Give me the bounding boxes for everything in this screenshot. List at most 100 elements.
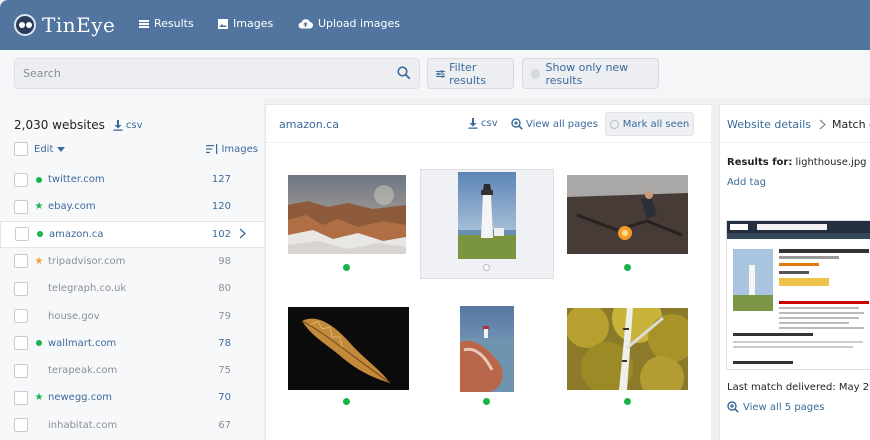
matches-csv-label: csv [481, 118, 498, 129]
website-image-count: 67 [218, 419, 231, 431]
status-dot-icon [34, 176, 44, 183]
select-all-checkbox[interactable] [14, 142, 28, 156]
row-checkbox[interactable] [14, 199, 28, 214]
thumbnail-lighthouse[interactable] [458, 172, 516, 259]
website-details-link[interactable]: Website details [727, 118, 811, 131]
nav-results-label: Results [154, 17, 194, 30]
matches-csv-link[interactable]: csv [468, 118, 498, 129]
search-box [14, 58, 420, 89]
tineye-logo[interactable]: TinEye [14, 10, 115, 40]
unseen-indicator [343, 398, 350, 405]
unseen-indicator [483, 398, 490, 405]
green-dot-icon [36, 340, 42, 347]
show-new-toggle[interactable]: Show only new results [522, 58, 659, 89]
search-input[interactable] [15, 59, 385, 88]
website-row[interactable]: terapeak.com 75 [0, 357, 264, 384]
star-icon: ★ [34, 392, 44, 404]
add-tag-link[interactable]: Add tag [727, 177, 766, 188]
websites-header: 2,030 websites csv [14, 118, 143, 132]
robot-face-icon [14, 14, 36, 36]
selected-site-title: amazon.ca [279, 118, 339, 131]
website-row[interactable]: ★ newegg.com 70 [0, 384, 264, 411]
website-row[interactable]: ★ tripadvisor.com 98 [0, 248, 264, 275]
thumbnail-birch[interactable] [567, 308, 688, 390]
nav-results[interactable]: Results [139, 17, 194, 30]
row-checkbox[interactable] [14, 418, 28, 433]
website-image-count: 78 [218, 337, 231, 349]
row-checkbox[interactable] [14, 363, 28, 378]
last-match-delivered: Last match delivered: May 29, 2 [727, 382, 870, 393]
website-image-count: 120 [211, 201, 231, 213]
row-checkbox[interactable] [14, 281, 28, 296]
match-details-label: Match d [832, 118, 870, 131]
row-checkbox[interactable] [14, 336, 28, 351]
website-row[interactable]: twitter.com 127 [0, 166, 264, 193]
thumbnail-canyon[interactable] [288, 175, 406, 254]
website-image-count: 79 [218, 310, 231, 322]
seen-indicator [483, 264, 490, 271]
status-dot-icon [34, 340, 44, 347]
row-checkbox[interactable] [14, 172, 28, 187]
toggle-knob-icon [531, 68, 540, 79]
websites-count: 2,030 websites [14, 118, 105, 132]
star-icon: ★ [34, 201, 44, 213]
edit-row: Edit Images [14, 140, 258, 158]
filter-results-button[interactable]: Filter results [427, 58, 514, 89]
search-icon[interactable] [397, 66, 411, 80]
details-panel: Website details Match d Results for: lig… [719, 104, 870, 440]
star-icon: ★ [34, 255, 44, 267]
view-all-pages-link[interactable]: View all pages [511, 118, 598, 130]
sort-by-images[interactable]: Images [206, 144, 258, 155]
website-row[interactable]: inhabitat.com 67 [0, 412, 264, 439]
row-checkbox[interactable] [15, 227, 29, 242]
mark-all-seen-button[interactable]: Mark all seen [605, 112, 694, 136]
row-checkbox[interactable] [14, 254, 28, 269]
website-row[interactable]: telegraph.co.uk 80 [0, 275, 264, 302]
row-checkbox[interactable] [14, 309, 28, 323]
thumbnail-rock-coast[interactable] [460, 306, 514, 392]
caret-down-icon [57, 146, 66, 152]
filter-results-label: Filter results [449, 60, 486, 87]
website-row[interactable]: amazon.ca 102 [0, 220, 264, 248]
websites-csv-link[interactable]: csv [113, 119, 143, 131]
green-dot-icon [36, 176, 42, 183]
website-image-count: 98 [218, 255, 231, 267]
divider [266, 142, 712, 143]
edit-label: Edit [34, 143, 54, 155]
zoom-in-icon [511, 118, 523, 130]
website-name: house.gov [48, 310, 100, 322]
website-image-count: 102 [211, 228, 231, 240]
nav-images-label: Images [233, 17, 274, 30]
website-row[interactable]: ★ ebay.com 120 [0, 193, 264, 220]
mark-all-seen-label: Mark all seen [622, 118, 690, 130]
nav-upload-label: Upload images [318, 17, 401, 30]
nav-upload-images[interactable]: Upload images [298, 17, 400, 30]
matches-panel: amazon.ca csv View all pages Mark all se… [265, 104, 712, 440]
green-dot-icon [37, 231, 43, 238]
website-image-count: 70 [218, 392, 231, 404]
results-for-filename: lighthouse.jpg [795, 157, 867, 168]
page-screenshot-preview[interactable] [726, 220, 870, 370]
download-icon [113, 119, 123, 131]
status-dot-icon [35, 231, 45, 238]
website-name: newegg.com [48, 392, 113, 404]
view-all-5-pages-label: View all 5 pages [743, 401, 825, 413]
website-row[interactable]: wallmart.com 78 [0, 330, 264, 357]
show-new-label: Show only new results [545, 60, 629, 87]
thumbnail-leaf[interactable] [288, 307, 409, 390]
sort-icon [206, 144, 218, 154]
row-checkbox[interactable] [14, 390, 28, 405]
view-all-5-pages-link[interactable]: View all 5 pages [727, 401, 825, 413]
unseen-indicator [624, 398, 631, 405]
website-name: telegraph.co.uk [48, 283, 127, 295]
website-name: ebay.com [48, 201, 96, 213]
website-name: wallmart.com [48, 337, 117, 349]
website-name: amazon.ca [49, 228, 104, 240]
circle-icon [609, 119, 619, 129]
edit-dropdown[interactable]: Edit [34, 143, 66, 155]
website-row[interactable]: house.gov 79 [0, 303, 264, 330]
download-icon [468, 118, 478, 129]
zoom-in-icon [727, 401, 739, 413]
nav-images[interactable]: Images [218, 17, 273, 30]
thumbnail-lava[interactable] [567, 175, 688, 254]
